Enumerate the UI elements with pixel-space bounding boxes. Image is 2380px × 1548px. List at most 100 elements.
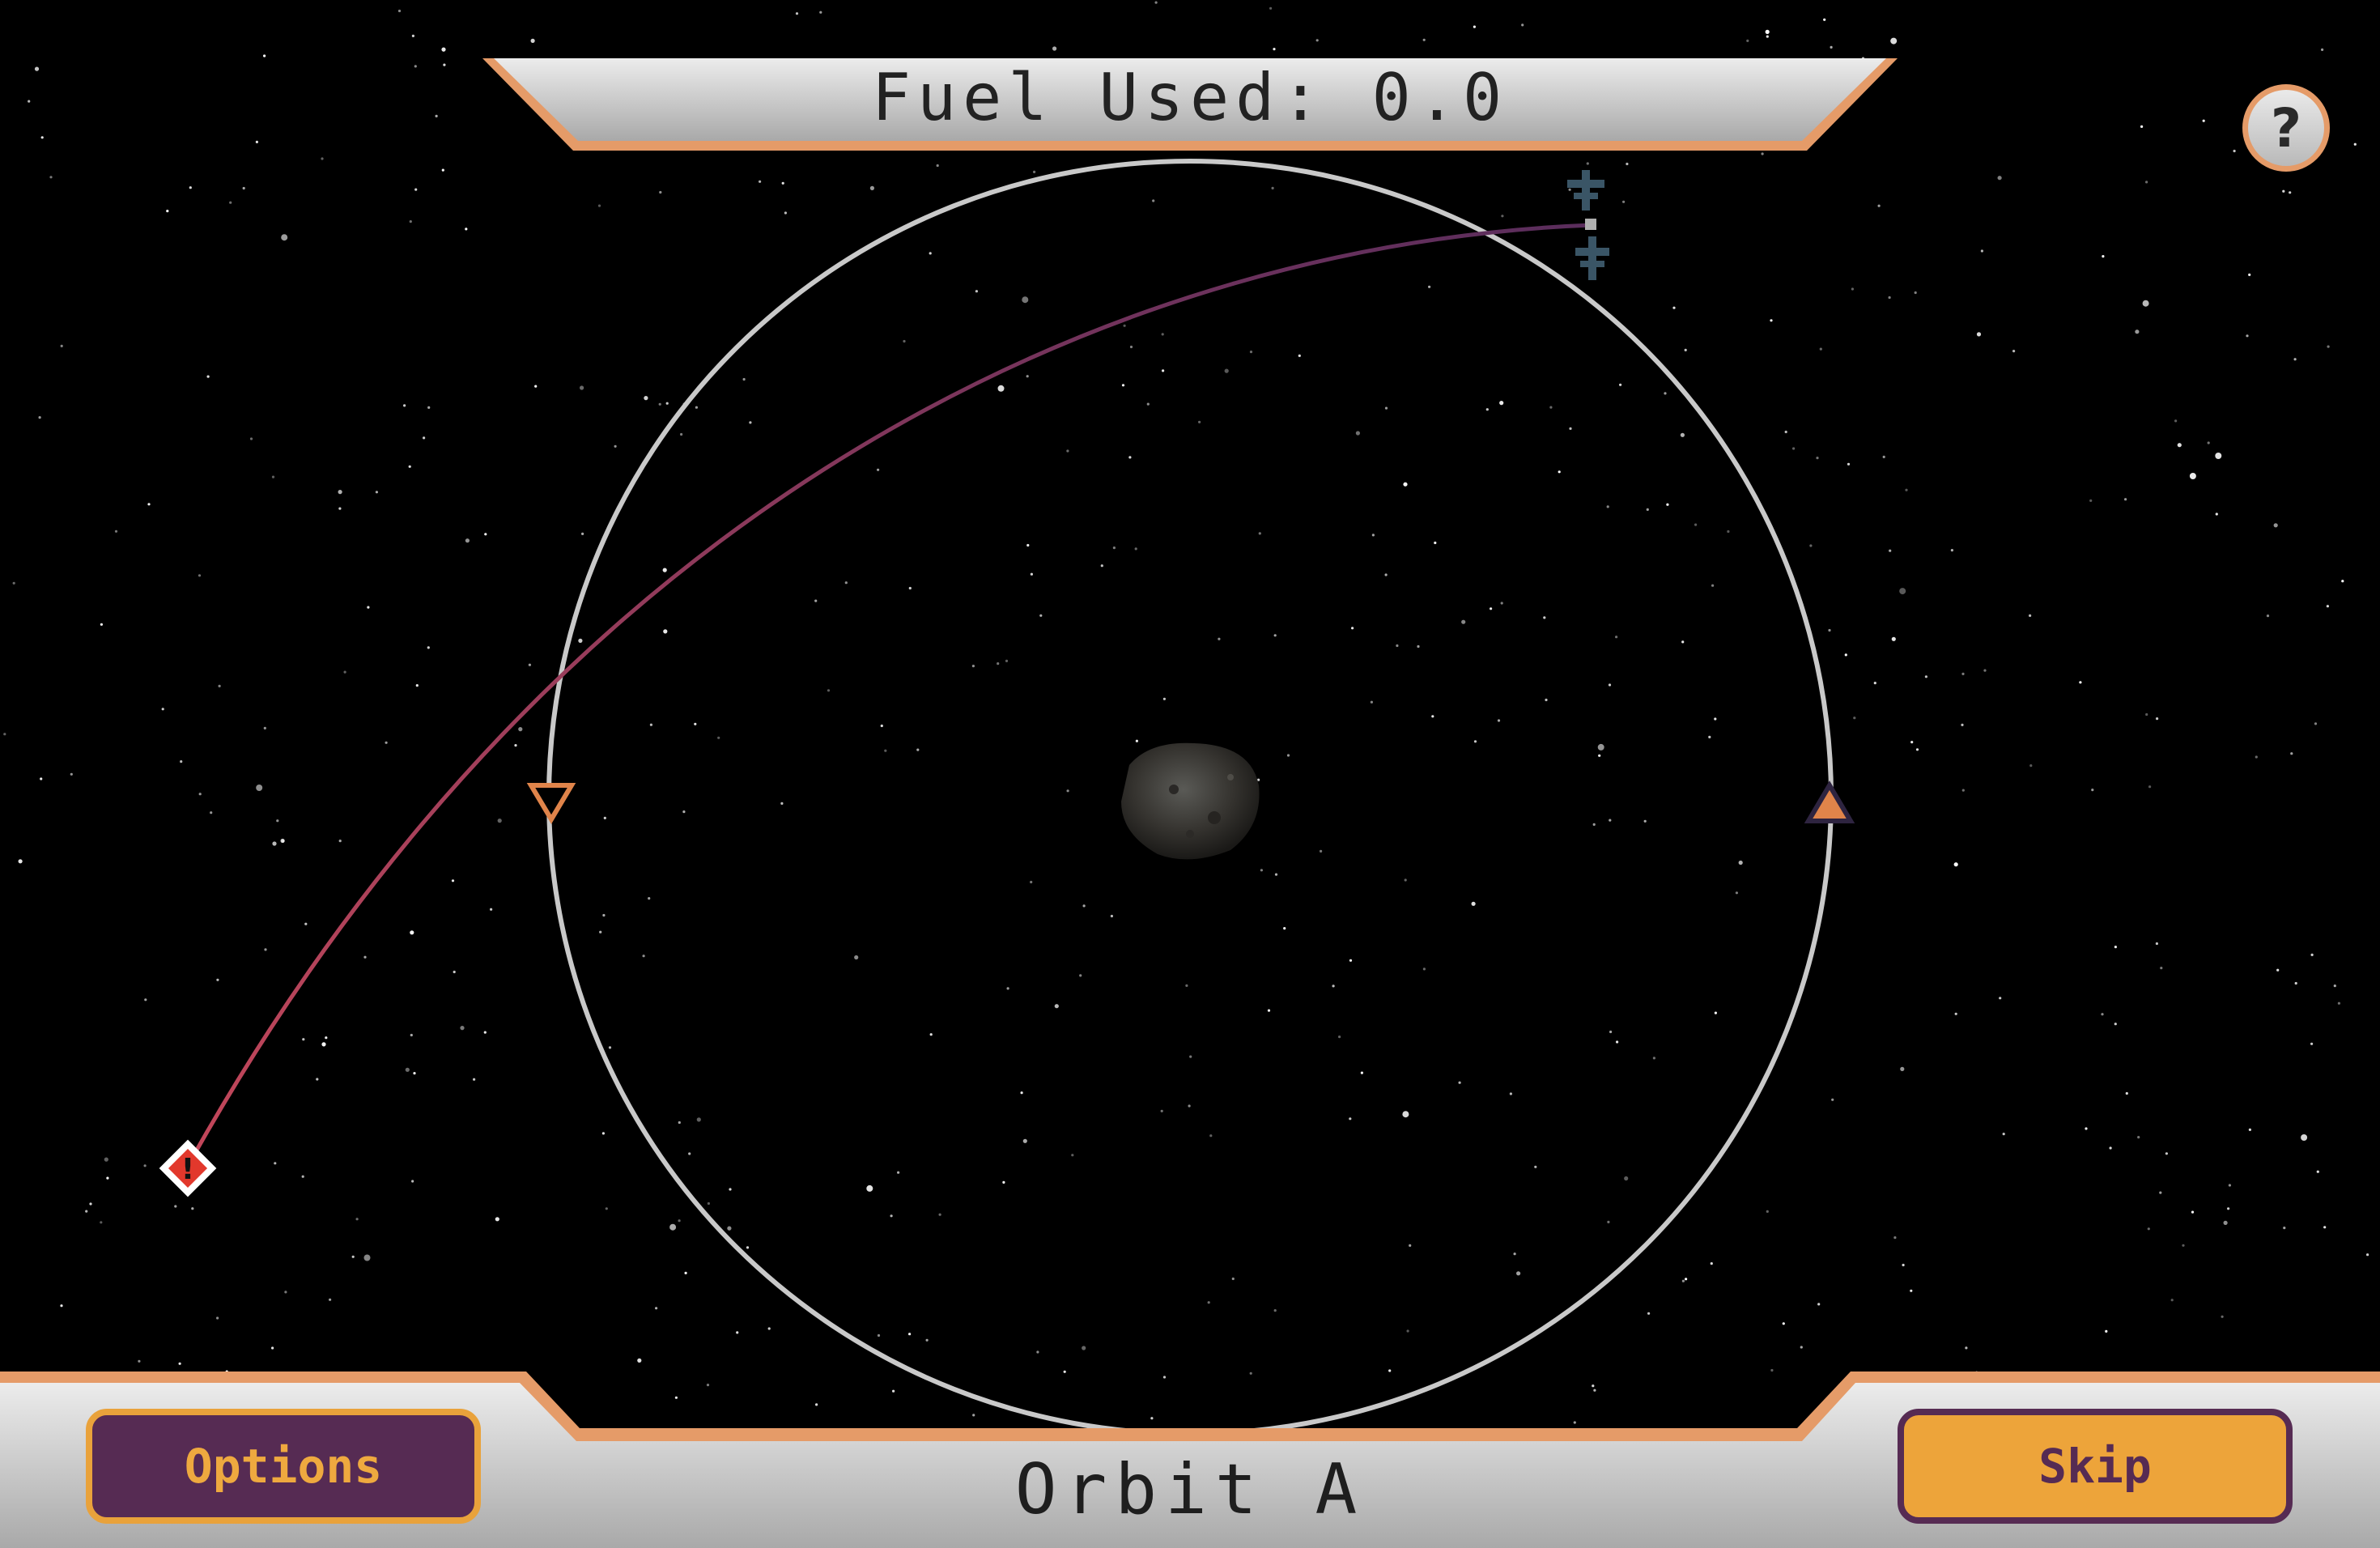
star — [453, 970, 456, 974]
star — [321, 1042, 326, 1047]
star — [844, 581, 848, 585]
star — [1384, 573, 1388, 576]
star — [827, 689, 831, 692]
star — [210, 811, 213, 814]
star — [1882, 455, 1885, 459]
options-button[interactable]: Options — [86, 1409, 481, 1524]
star — [1150, 1417, 1154, 1420]
star — [1332, 985, 1335, 988]
star — [1403, 482, 1408, 487]
star — [746, 1246, 750, 1249]
star — [1900, 1066, 1905, 1071]
star — [178, 1362, 181, 1365]
star — [1853, 717, 1856, 720]
star — [271, 1346, 274, 1350]
star — [707, 1201, 711, 1206]
star — [1026, 543, 1030, 547]
star — [1079, 974, 1082, 977]
star — [1500, 602, 1503, 605]
star — [1905, 488, 1908, 491]
star — [1914, 291, 1917, 295]
star — [1746, 39, 1749, 43]
skip-button[interactable]: Skip — [1898, 1409, 2293, 1524]
star — [819, 11, 822, 14]
star — [441, 168, 444, 172]
star — [2289, 191, 2292, 194]
star — [198, 574, 202, 577]
star — [1597, 743, 1604, 751]
star — [729, 1188, 732, 1191]
star — [1249, 1372, 1252, 1375]
star — [1910, 741, 1914, 744]
star — [1315, 39, 1319, 42]
star — [2135, 330, 2140, 334]
star — [465, 538, 470, 543]
star — [255, 140, 258, 143]
star — [1490, 607, 1493, 610]
star — [642, 955, 645, 958]
star — [2155, 942, 2158, 946]
star — [1711, 584, 1715, 587]
star — [997, 662, 1000, 666]
star — [410, 930, 414, 935]
star — [1766, 35, 1769, 38]
star — [1473, 25, 1476, 28]
star — [343, 670, 346, 674]
star — [1714, 717, 1717, 721]
star — [2202, 119, 2205, 122]
star — [1499, 401, 1504, 406]
star — [1207, 1301, 1210, 1304]
star — [413, 1072, 416, 1075]
star — [2101, 1013, 2104, 1016]
star — [759, 180, 762, 183]
star — [1545, 698, 1548, 702]
star — [1371, 534, 1375, 537]
star — [1593, 1389, 1596, 1392]
star — [1568, 188, 1571, 191]
star — [1624, 1176, 1629, 1181]
star — [1586, 162, 1589, 165]
star — [1543, 616, 1546, 619]
star — [1890, 37, 1898, 45]
star — [2124, 498, 2127, 501]
star — [363, 955, 367, 959]
star — [1534, 1165, 1537, 1168]
star — [2182, 1244, 2185, 1247]
star — [1396, 644, 1399, 648]
star — [938, 1213, 941, 1216]
star — [1782, 1322, 1785, 1325]
warning-icon[interactable]: ! — [159, 1139, 217, 1197]
star — [749, 421, 752, 424]
star — [1128, 456, 1132, 459]
star — [301, 1175, 304, 1178]
star — [2326, 605, 2329, 608]
star — [1680, 432, 1685, 437]
help-button[interactable]: ? — [2242, 84, 2330, 172]
star — [2114, 946, 2117, 949]
fuel-used-label: Fuel Used: 0.0 — [871, 59, 1509, 135]
star — [1619, 383, 1622, 386]
star — [1681, 1279, 1685, 1282]
star — [1384, 406, 1388, 410]
star — [1434, 541, 1437, 545]
star — [411, 34, 414, 38]
star — [727, 1226, 732, 1231]
star — [2125, 1091, 2128, 1095]
star — [144, 998, 147, 1002]
star — [1071, 1154, 1074, 1157]
star — [1770, 319, 1773, 322]
star — [1766, 1210, 1769, 1213]
descending-node-icon[interactable] — [526, 783, 576, 824]
star — [435, 114, 438, 117]
star — [1370, 700, 1373, 704]
star — [1646, 508, 1649, 512]
star — [936, 164, 939, 168]
star — [1036, 1350, 1039, 1354]
ascending-node-icon[interactable] — [1804, 780, 1855, 823]
star — [1349, 959, 1353, 962]
star — [1231, 1277, 1235, 1281]
star — [1953, 862, 1958, 867]
star — [518, 727, 523, 732]
star — [1609, 819, 1612, 822]
star — [1997, 176, 2002, 181]
